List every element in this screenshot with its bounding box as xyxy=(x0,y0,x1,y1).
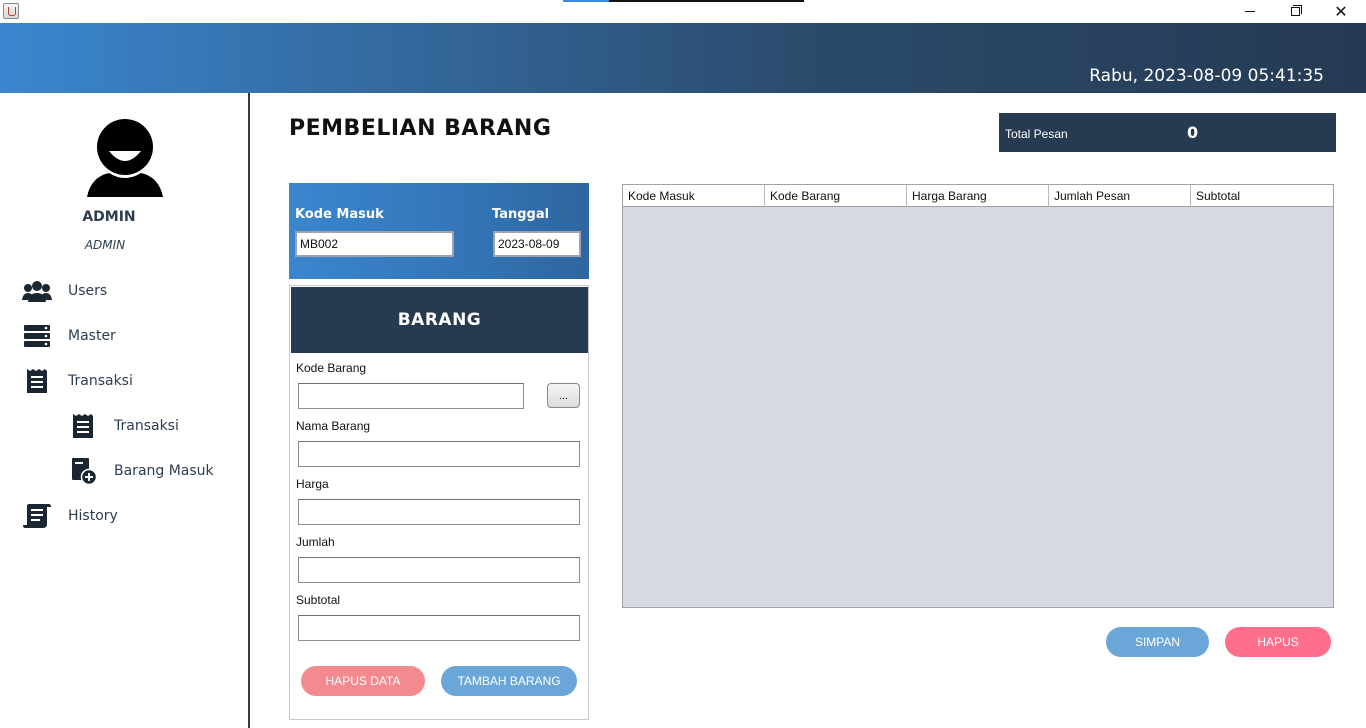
kode-barang-field[interactable] xyxy=(298,383,524,409)
column-header-kode-masuk[interactable]: Kode Masuk xyxy=(623,185,765,207)
close-icon: ✕ xyxy=(1334,1,1348,21)
column-header-subtotal[interactable]: Subtotal xyxy=(1191,185,1333,207)
nama-barang-label: Nama Barang xyxy=(296,419,371,433)
hapus-button[interactable]: HAPUS xyxy=(1225,627,1331,657)
sidebar-item-users[interactable]: Users xyxy=(22,276,107,306)
add-document-icon xyxy=(68,456,98,486)
kode-masuk-panel: Kode Masuk Tanggal xyxy=(289,183,589,279)
user-avatar-icon xyxy=(87,119,163,197)
harga-field[interactable] xyxy=(298,499,580,525)
window-titlebar: ✕ xyxy=(0,0,1366,23)
sidebar-item-label: Barang Masuk xyxy=(114,463,214,479)
barang-title: BARANG xyxy=(397,310,482,330)
table-header: Kode Masuk Kode Barang Harga Barang Juml… xyxy=(623,185,1333,207)
sidebar-item-label: Master xyxy=(68,328,116,344)
minimize-button[interactable] xyxy=(1227,0,1273,22)
kode-masuk-label: Kode Masuk xyxy=(295,207,384,222)
column-header-kode-barang[interactable]: Kode Barang xyxy=(765,185,907,207)
restore-icon xyxy=(1290,4,1302,16)
simpan-button[interactable]: SIMPAN xyxy=(1106,627,1209,657)
title-progress-bar xyxy=(563,0,804,2)
tanggal-field[interactable] xyxy=(493,231,581,257)
datetime-label: Rabu, 2023-08-09 05:41:35 xyxy=(1089,66,1324,86)
receipt-icon xyxy=(68,411,98,441)
user-name: ADMIN xyxy=(82,209,136,225)
nama-barang-field[interactable] xyxy=(298,441,580,467)
sidebar-item-history[interactable]: History xyxy=(22,501,118,531)
scroll-icon xyxy=(22,501,52,531)
subtotal-label: Subtotal xyxy=(296,593,341,607)
app-header: Rabu, 2023-08-09 05:41:35 xyxy=(0,23,1366,93)
sidebar-item-label: Transaksi xyxy=(68,373,133,389)
receipt-icon xyxy=(22,366,52,396)
total-pesan-value: 0 xyxy=(1187,123,1199,142)
barang-header: BARANG xyxy=(291,287,588,353)
total-pesan-box: Total Pesan 0 xyxy=(999,113,1336,152)
sidebar-item-transaksi[interactable]: Transaksi xyxy=(22,366,133,396)
jumlah-label: Jumlah xyxy=(296,535,335,549)
harga-label: Harga xyxy=(296,477,329,491)
kode-masuk-field[interactable] xyxy=(295,231,454,257)
subtotal-field[interactable] xyxy=(298,615,580,641)
page-title: PEMBELIAN BARANG xyxy=(289,116,552,141)
sidebar-item-label: Transaksi xyxy=(114,418,179,434)
jumlah-field[interactable] xyxy=(298,557,580,583)
total-pesan-label: Total Pesan xyxy=(1005,127,1068,141)
maximize-button[interactable] xyxy=(1272,0,1318,22)
sidebar-item-master[interactable]: Master xyxy=(22,321,116,351)
kode-barang-label: Kode Barang xyxy=(296,361,367,375)
close-button[interactable]: ✕ xyxy=(1318,0,1364,22)
sidebar-item-label: Users xyxy=(68,283,108,299)
pembelian-table[interactable]: Kode Masuk Kode Barang Harga Barang Juml… xyxy=(622,184,1334,608)
column-header-harga-barang[interactable]: Harga Barang xyxy=(907,185,1049,207)
users-icon xyxy=(22,276,52,306)
database-icon xyxy=(22,321,52,351)
user-role: ADMIN xyxy=(84,238,126,252)
tambah-barang-button[interactable]: TAMBAH BARANG xyxy=(441,666,577,696)
sidebar-item-label: History xyxy=(68,508,118,524)
java-cup-icon xyxy=(3,3,19,19)
hapus-data-button[interactable]: HAPUS DATA xyxy=(301,666,425,696)
minimize-icon xyxy=(1245,10,1255,12)
title-progress-fill xyxy=(563,0,609,2)
browse-barang-button[interactable]: ... xyxy=(547,383,580,408)
sidebar-subitem-barang-masuk[interactable]: Barang Masuk xyxy=(68,456,214,486)
tanggal-label: Tanggal xyxy=(492,207,550,222)
column-header-jumlah-pesan[interactable]: Jumlah Pesan xyxy=(1049,185,1191,207)
barang-panel: BARANG Kode Barang ... Nama Barang Harga… xyxy=(289,285,589,720)
sidebar-subitem-transaksi[interactable]: Transaksi xyxy=(68,411,179,441)
sidebar: ADMIN ADMIN Users Master Transaksi Trans… xyxy=(0,93,250,728)
